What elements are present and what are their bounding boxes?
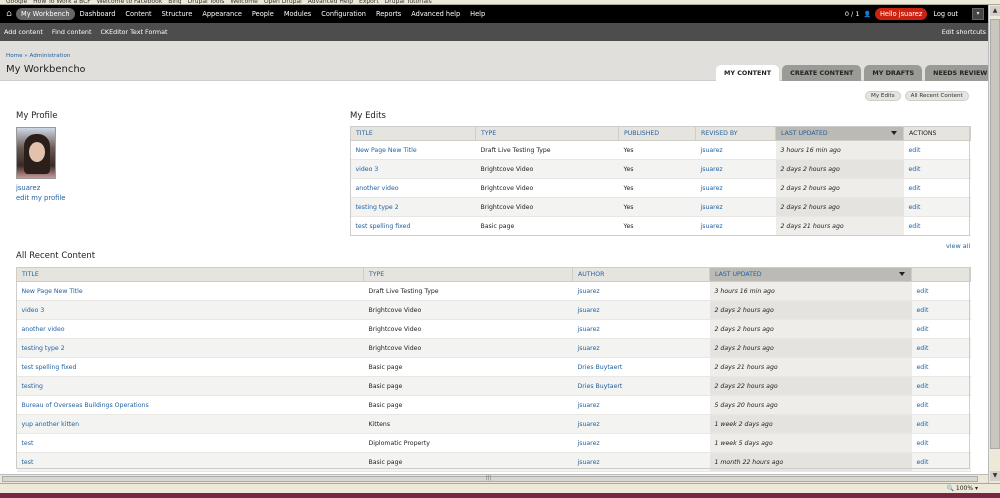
page-title: My Workbench (6, 64, 80, 75)
breadcrumb[interactable]: Home » Administration (6, 53, 70, 59)
bookmark-open-drupal[interactable]: Open Drupal (264, 0, 302, 4)
avatar-face (29, 142, 45, 162)
bookmark-google[interactable]: Google (6, 0, 27, 4)
secondary-tabs: My Edits All Recent Content (861, 91, 969, 101)
subtab-all-recent-content[interactable]: All Recent Content (904, 91, 969, 101)
shortcut-ckeditor-text-format[interactable]: CKEditor Text Format (100, 28, 167, 36)
edit-shortcuts-link[interactable]: Edit shortcuts (942, 28, 986, 36)
primary-tabs: My Content Create Content My Drafts Needs R… (716, 65, 998, 81)
toolbar-item-help[interactable]: Help (465, 8, 490, 20)
admin-toolbar: ⌂ My Workbench Dashboard Content Structure A… (0, 5, 988, 23)
shortcuts-bar: Add content Find content CKEditor Text For… (0, 23, 988, 41)
recent-table-border (16, 267, 970, 469)
zoom-value: 100% (955, 485, 974, 492)
toolbar-user-area: 0 / 1 👤 Hello jsuarez Log out ▾ (845, 8, 984, 20)
shortcut-find-content[interactable]: Find content (52, 28, 92, 36)
recent-content-heading: All Recent Content (16, 251, 96, 261)
logout-link[interactable]: Log out (933, 10, 958, 18)
bookmark-drupal-tools[interactable]: Drupal Tools (188, 0, 225, 4)
toolbar-item-people[interactable]: People (247, 8, 279, 20)
bookmark-drupal-tutorials[interactable]: Drupal Tutorials (385, 0, 432, 4)
toolbar-item-dashboard[interactable]: Dashboard (75, 8, 121, 20)
toolbar-item-structure[interactable]: Structure (157, 8, 198, 20)
bookmark-export[interactable]: Export (359, 0, 379, 4)
user-count: 0 / 1 (844, 10, 860, 18)
users-icon: 👤 (863, 10, 871, 18)
shortcuts-list: Add content Find content CKEditor Text For… (0, 28, 173, 36)
scroll-down-icon[interactable]: ▼ (990, 471, 1000, 481)
tab-my-content[interactable]: My Content (716, 65, 780, 81)
shortcut-star-icon[interactable] (80, 67, 85, 72)
tab-needs-review[interactable]: Needs Review (925, 65, 996, 81)
subtab-my-edits[interactable]: My Edits (865, 91, 901, 101)
bookmark-how-to-work-a-bcf[interactable]: How To Work a BCF (33, 0, 91, 4)
hello-user-button[interactable]: Hello jsuarez (874, 8, 928, 20)
zoom-level[interactable]: 🔍 100% ▾ (947, 485, 978, 492)
browser-statusbar: 🔍 100% ▾ (0, 483, 1000, 493)
os-taskbar (0, 493, 1000, 498)
home-icon[interactable]: ⌂ (2, 9, 16, 19)
tab-my-drafts[interactable]: My Drafts (864, 65, 923, 81)
admin-menu: My Workbench Dashboard Content Structure App… (16, 8, 490, 20)
bookmark-welcome-to-facebook[interactable]: Welcome to Facebook (97, 0, 162, 4)
toolbar-item-appearance[interactable]: Appearance (197, 8, 247, 20)
avatar[interactable] (16, 127, 56, 179)
edit-profile-link[interactable]: edit my profile (16, 194, 65, 202)
my-edits-table-border (350, 126, 970, 236)
toolbar-item-advanced-help[interactable]: Advanced help (406, 8, 465, 20)
my-edits-heading: My Edits (350, 111, 386, 121)
bookmark-bing[interactable]: Bing (168, 0, 181, 4)
shortcut-add-content[interactable]: Add content (4, 28, 43, 36)
bookmark-advanced-help[interactable]: Advanced Help (308, 0, 353, 4)
profile-username-link[interactable]: jsuarez (16, 184, 40, 192)
toolbar-item-configuration[interactable]: Configuration (316, 8, 371, 20)
scroll-up-icon[interactable]: ▲ (990, 6, 1000, 16)
my-profile-heading: My Profile (16, 111, 58, 121)
toolbar-item-reports[interactable]: Reports (371, 8, 406, 20)
toolbar-item-my-workbench[interactable]: My Workbench (16, 8, 75, 20)
vertical-scrollbar[interactable]: ▲ ▼ (988, 5, 1000, 483)
profile-links: jsuarez edit my profile (16, 183, 65, 203)
toolbar-item-content[interactable]: Content (120, 8, 156, 20)
toolbar-item-modules[interactable]: Modules (279, 8, 316, 20)
shortcuts-toggle-icon[interactable]: ▾ (972, 8, 984, 20)
scrollbar-thumb[interactable] (990, 19, 1000, 449)
horizontal-scrollbar[interactable]: ||| (0, 474, 988, 483)
grip-icon: ||| (486, 475, 492, 481)
view-all-link[interactable]: view all (946, 242, 970, 250)
bookmark-welcome[interactable]: Welcome (230, 0, 257, 4)
tab-create-content[interactable]: Create Content (782, 65, 862, 81)
